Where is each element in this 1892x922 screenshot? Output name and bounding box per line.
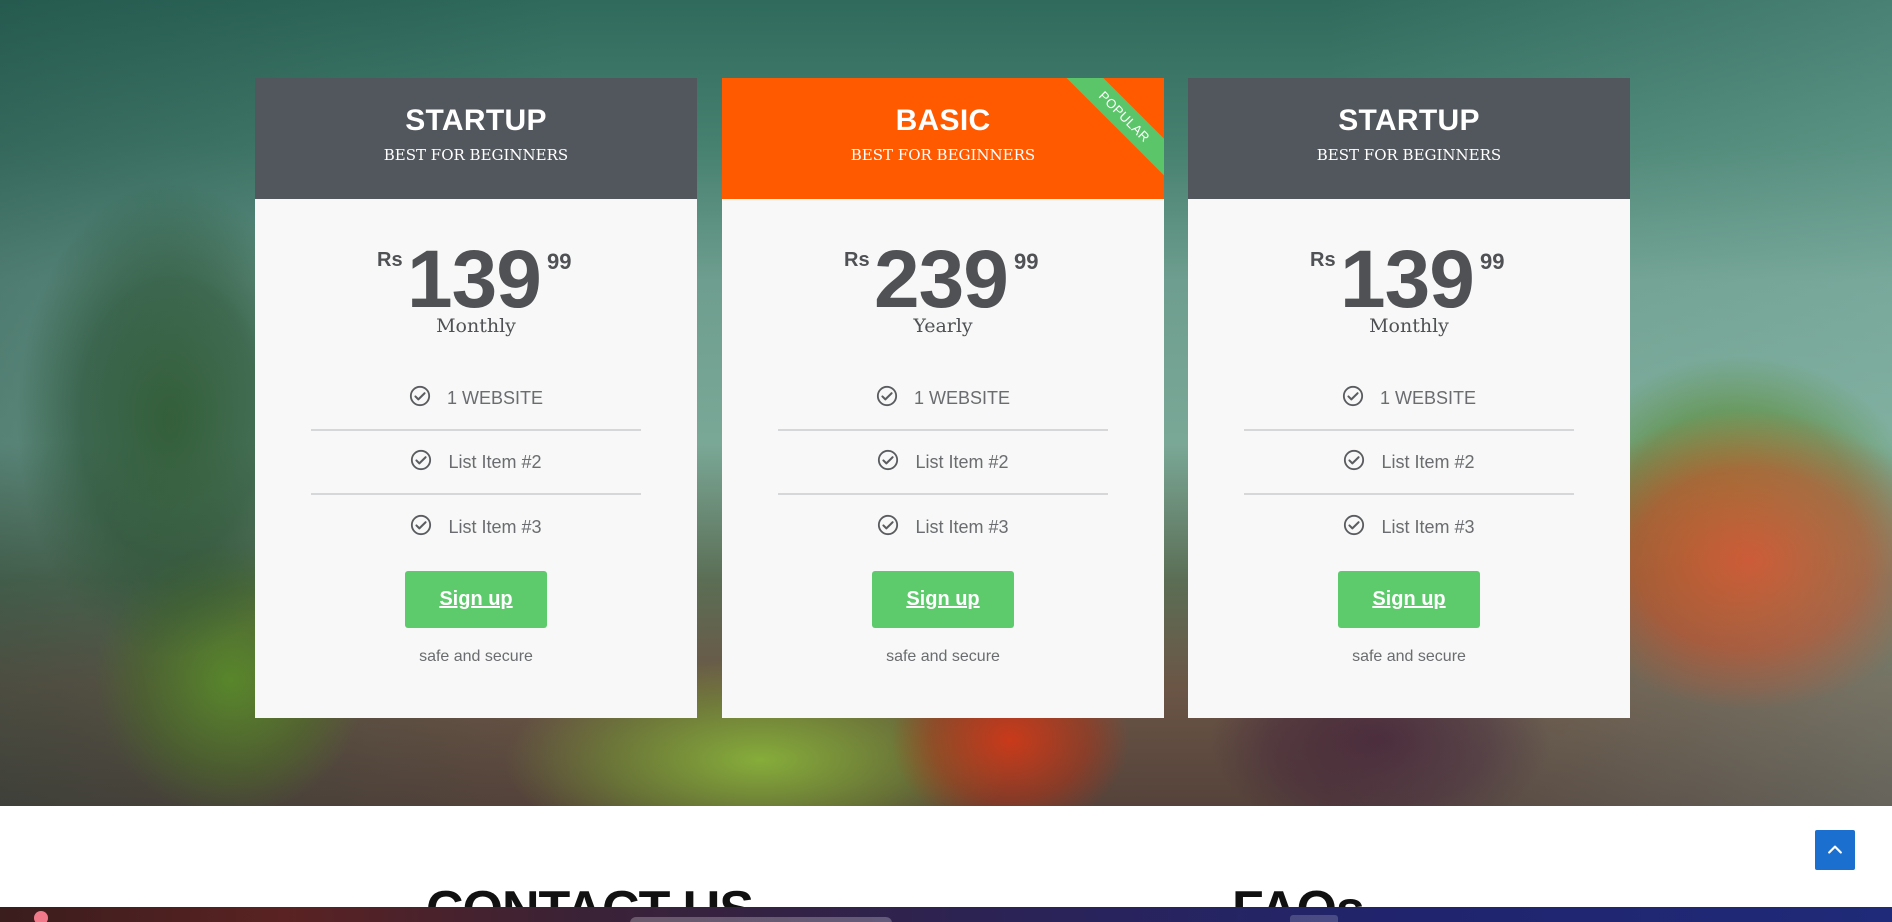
price: Rs 239 99 Yearly bbox=[722, 199, 1164, 349]
chevron-up-icon bbox=[1828, 845, 1842, 854]
price: Rs 139 99 Monthly bbox=[1188, 199, 1630, 349]
secure-note: safe and secure bbox=[886, 648, 1000, 665]
billing-period: Monthly bbox=[1369, 315, 1449, 337]
pricing-card-startup: STARTUP BEST FOR BEGINNERS Rs 139 99 Mon… bbox=[255, 78, 697, 718]
price-amount: 139 bbox=[407, 234, 542, 325]
price-cents: 99 bbox=[1014, 249, 1039, 274]
feature-label: List Item #2 bbox=[915, 451, 1009, 472]
billing-period: Yearly bbox=[913, 315, 973, 337]
feature-item: List Item #3 bbox=[778, 495, 1108, 559]
feature-item: 1 WEBSITE bbox=[1244, 367, 1574, 431]
scroll-to-top-button[interactable] bbox=[1815, 830, 1855, 870]
feature-label: List Item #3 bbox=[1381, 516, 1475, 537]
lower-section bbox=[0, 806, 1892, 922]
feature-list: 1 WEBSITE List Item #2 List Item #3 bbox=[1244, 367, 1574, 559]
check-circle-icon bbox=[409, 385, 431, 407]
feature-item: List Item #3 bbox=[311, 495, 641, 559]
billing-period: Monthly bbox=[436, 315, 516, 337]
check-circle-icon bbox=[878, 514, 899, 536]
taskbar-search[interactable] bbox=[630, 917, 892, 922]
feature-label: 1 WEBSITE bbox=[1379, 387, 1477, 408]
pricing-card-startup-2: STARTUP BEST FOR BEGINNERS Rs 139 99 Mon… bbox=[1188, 78, 1630, 718]
pricing-card-basic: BASIC BEST FOR BEGINNERS POPULAR Rs 239 … bbox=[722, 78, 1164, 718]
feature-item: List Item #2 bbox=[778, 431, 1108, 495]
feature-list: 1 WEBSITE List Item #2 List Item #3 bbox=[778, 367, 1108, 559]
price-cents: 99 bbox=[1480, 249, 1505, 274]
price-currency: Rs bbox=[1310, 249, 1336, 271]
feature-label: 1 WEBSITE bbox=[446, 387, 544, 408]
feature-label: List Item #3 bbox=[915, 516, 1009, 537]
check-circle-icon bbox=[411, 514, 432, 536]
check-circle-icon bbox=[1344, 449, 1365, 471]
price-currency: Rs bbox=[844, 249, 870, 271]
feature-item: List Item #2 bbox=[311, 431, 641, 495]
price: Rs 139 99 Monthly bbox=[255, 199, 697, 349]
feature-item: List Item #2 bbox=[1244, 431, 1574, 495]
feature-item: List Item #3 bbox=[1244, 495, 1574, 559]
plan-subtitle: BEST FOR BEGINNERS bbox=[383, 146, 569, 164]
signup-button[interactable]: Sign up bbox=[405, 571, 547, 628]
price-currency: Rs bbox=[377, 249, 403, 271]
check-circle-icon bbox=[878, 449, 899, 471]
check-circle-icon bbox=[1342, 385, 1364, 407]
check-circle-icon bbox=[1344, 514, 1365, 536]
price-amount: 239 bbox=[874, 234, 1009, 325]
card-header: BASIC BEST FOR BEGINNERS POPULAR bbox=[722, 78, 1164, 199]
card-header: STARTUP BEST FOR BEGINNERS bbox=[255, 78, 697, 199]
os-taskbar bbox=[0, 907, 1892, 922]
secure-note: safe and secure bbox=[419, 648, 533, 665]
feature-label: List Item #2 bbox=[448, 451, 542, 472]
plan-subtitle: BEST FOR BEGINNERS bbox=[1316, 146, 1502, 164]
signup-button[interactable]: Sign up bbox=[1338, 571, 1480, 628]
card-header: STARTUP BEST FOR BEGINNERS bbox=[1188, 78, 1630, 199]
feature-label: List Item #3 bbox=[448, 516, 542, 537]
price-cents: 99 bbox=[547, 249, 572, 274]
check-circle-icon bbox=[411, 449, 432, 471]
signup-button[interactable]: Sign up bbox=[872, 571, 1014, 628]
feature-label: List Item #2 bbox=[1381, 451, 1475, 472]
plan-name: STARTUP bbox=[1338, 104, 1480, 137]
plan-subtitle: BEST FOR BEGINNERS bbox=[850, 146, 1036, 164]
taskbar-item[interactable] bbox=[1290, 915, 1338, 922]
price-amount: 139 bbox=[1340, 234, 1475, 325]
feature-item: 1 WEBSITE bbox=[778, 367, 1108, 431]
feature-label: 1 WEBSITE bbox=[913, 387, 1011, 408]
secure-note: safe and secure bbox=[1352, 648, 1466, 665]
plan-name: STARTUP bbox=[405, 104, 547, 137]
check-circle-icon bbox=[876, 385, 898, 407]
taskbar-app-icon[interactable] bbox=[34, 911, 48, 922]
feature-item: 1 WEBSITE bbox=[311, 367, 641, 431]
feature-list: 1 WEBSITE List Item #2 List Item #3 bbox=[311, 367, 641, 559]
